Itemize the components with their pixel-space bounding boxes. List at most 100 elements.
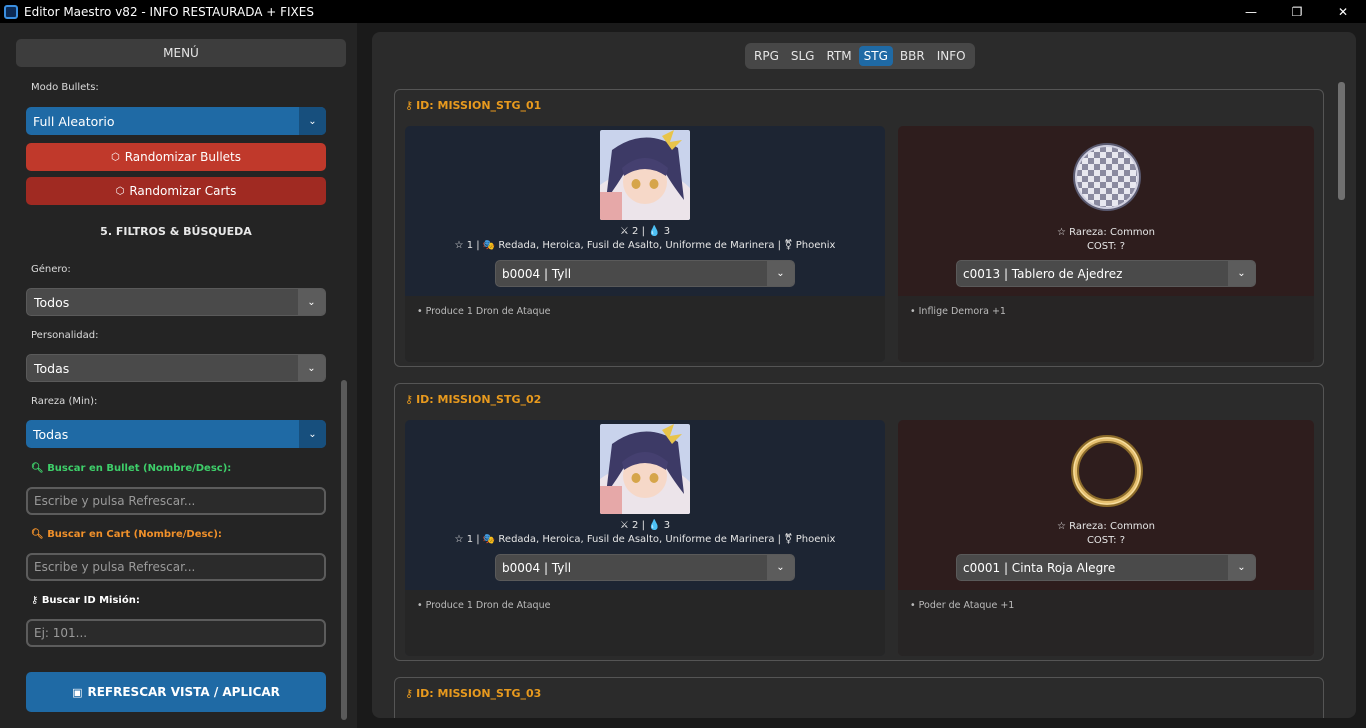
genero-label: Género: — [31, 264, 71, 275]
cart-desc-area: • Poder de Ataque +1 — [898, 590, 1314, 656]
tab-slg[interactable]: SLG — [786, 46, 820, 66]
chevron-down-icon: ⌄ — [298, 289, 325, 315]
dice-icon: ⬡ — [115, 185, 125, 197]
tab-rtm[interactable]: RTM — [821, 46, 856, 66]
bullet-select-value: b0004 | Tyll — [502, 560, 572, 575]
star-icon: ☆ — [1056, 227, 1066, 238]
tab-info[interactable]: INFO — [932, 46, 971, 66]
search-id-input[interactable]: Ej: 101... — [26, 619, 326, 647]
star-icon: ☆ — [1056, 521, 1066, 532]
personalidad-select[interactable]: Todas ⌄ — [26, 354, 326, 382]
bullet-stats1-text: 2 | 💧 3 — [632, 520, 671, 531]
bullet-select[interactable]: b0004 | Tyll ⌄ — [495, 260, 795, 287]
star-icon: ☆ — [454, 240, 464, 251]
main-scrollbar[interactable] — [1338, 82, 1345, 200]
main-panel: RPG SLG RTM STG BBR INFO ⚷ ID: MISSION_S… — [372, 32, 1356, 718]
rareza-value: Todas — [33, 426, 69, 442]
chevron-down-icon: ⌄ — [299, 107, 326, 135]
cart-select[interactable]: c0001 | Cinta Roja Alegre ⌄ — [956, 554, 1256, 581]
search-bullet-input[interactable]: Escribe y pulsa Refrescar... — [26, 487, 326, 515]
bullet-card: ⚔ 2 | 💧 3 ☆ 1 | 🎭 Redada, Heroica, Fusil… — [405, 126, 885, 362]
filters-section-title: 5. FILTROS & BÚSQUEDA — [100, 225, 252, 238]
search-cart-label-text: Buscar en Cart (Nombre/Desc): — [47, 529, 222, 540]
crossed-swords-icon: ⚔ — [619, 520, 629, 531]
key-icon: ⚷ — [405, 687, 414, 700]
randomize-bullets-button[interactable]: ⬡ Randomizar Bullets — [26, 143, 326, 171]
search-id-label: ⚷ Buscar ID Misión: — [31, 595, 140, 606]
chevron-down-icon: ⌄ — [767, 555, 794, 580]
cart-rarity: ☆ Rareza: Common — [898, 227, 1314, 238]
bullet-select[interactable]: b0004 | Tyll ⌄ — [495, 554, 795, 581]
menu-title: MENÚ — [16, 39, 346, 67]
chevron-down-icon: ⌄ — [299, 420, 326, 448]
mission-id: ⚷ ID: MISSION_STG_01 — [405, 99, 541, 112]
maximize-button[interactable]: ❐ — [1274, 0, 1320, 23]
randomize-carts-label: Randomizar Carts — [129, 184, 237, 198]
cart-rarity: ☆ Rareza: Common — [898, 521, 1314, 532]
bullet-stats2-text: 1 | 🎭 Redada, Heroica, Fusil de Asalto, … — [466, 534, 836, 545]
minimize-button[interactable]: — — [1228, 0, 1274, 23]
chevron-down-icon: ⌄ — [298, 355, 325, 381]
camera-icon: ▣ — [72, 685, 83, 699]
tab-stg[interactable]: STG — [858, 46, 893, 66]
bullet-stats2-text: 1 | 🎭 Redada, Heroica, Fusil de Asalto, … — [466, 240, 836, 251]
search-cart-label: 🔍︎ Buscar en Cart (Nombre/Desc): — [31, 529, 222, 540]
search-icon: 🔍︎ — [31, 529, 44, 540]
genero-value: Todos — [34, 294, 70, 310]
window-title: Editor Maestro v82 - INFO RESTAURADA + F… — [24, 4, 314, 19]
key-icon: ⚷ — [405, 393, 414, 406]
tab-rpg[interactable]: RPG — [749, 46, 784, 66]
mission-id-text: ID: MISSION_STG_03 — [416, 687, 542, 700]
refresh-button[interactable]: ▣ REFRESCAR VISTA / APLICAR — [26, 672, 326, 712]
crossed-swords-icon: ⚔ — [619, 226, 629, 237]
genero-select[interactable]: Todos ⌄ — [26, 288, 326, 316]
cart-rarity-text: Rareza: Common — [1069, 521, 1156, 532]
cart-image — [1073, 143, 1141, 211]
bullet-desc: • Produce 1 Dron de Ataque — [417, 306, 551, 317]
cart-cost: COST: ? — [1086, 535, 1126, 546]
mode-tabs: RPG SLG RTM STG BBR INFO — [745, 43, 975, 69]
bullet-stats-line2: ☆ 1 | 🎭 Redada, Heroica, Fusil de Asalto… — [405, 534, 885, 545]
cart-card: ☆ Rareza: Common COST: ? c0013 | Tablero… — [898, 126, 1314, 362]
rareza-label: Rareza (Min): — [31, 396, 98, 407]
randomize-bullets-label: Randomizar Bullets — [124, 150, 241, 164]
personalidad-value: Todas — [34, 360, 70, 376]
sidebar: MENÚ Modo Bullets: Full Aleatorio ⌄ ⬡ Ra… — [0, 23, 357, 728]
cart-select-value: c0013 | Tablero de Ajedrez — [963, 266, 1123, 281]
cart-select-value: c0001 | Cinta Roja Alegre — [963, 560, 1116, 575]
cart-rarity-text: Rareza: Common — [1069, 227, 1156, 238]
character-portrait — [600, 130, 690, 220]
search-bullet-label: 🔍︎ Buscar en Bullet (Nombre/Desc): — [31, 463, 231, 474]
tab-bbr[interactable]: BBR — [895, 46, 930, 66]
bullet-stats1-text: 2 | 💧 3 — [632, 226, 671, 237]
cart-desc: • Poder de Ataque +1 — [910, 600, 1015, 611]
chevron-down-icon: ⌄ — [767, 261, 794, 286]
cart-card: ☆ Rareza: Common COST: ? c0001 | Cinta R… — [898, 420, 1314, 656]
chevron-down-icon: ⌄ — [1228, 555, 1255, 580]
modo-bullets-value: Full Aleatorio — [33, 113, 115, 129]
modo-bullets-label: Modo Bullets: — [31, 82, 99, 93]
mission-id-text: ID: MISSION_STG_02 — [416, 393, 542, 406]
cart-select[interactable]: c0013 | Tablero de Ajedrez ⌄ — [956, 260, 1256, 287]
key-icon: ⚷ — [405, 99, 414, 112]
bullet-stats-line1: ⚔ 2 | 💧 3 — [405, 226, 885, 237]
search-id-label-text: Buscar ID Misión: — [41, 595, 140, 606]
ring-image — [1071, 435, 1143, 507]
chevron-down-icon: ⌄ — [1228, 261, 1255, 286]
close-button[interactable]: ✕ — [1320, 0, 1366, 23]
search-bullet-label-text: Buscar en Bullet (Nombre/Desc): — [47, 463, 232, 474]
bullet-card: ⚔ 2 | 💧 3 ☆ 1 | 🎭 Redada, Heroica, Fusil… — [405, 420, 885, 656]
search-icon: 🔍︎ — [31, 463, 44, 474]
app-icon — [4, 4, 18, 19]
rareza-select[interactable]: Todas ⌄ — [26, 420, 326, 448]
cart-desc: • Inflige Demora +1 — [910, 306, 1006, 317]
search-cart-input[interactable]: Escribe y pulsa Refrescar... — [26, 553, 326, 581]
modo-bullets-select[interactable]: Full Aleatorio ⌄ — [26, 107, 326, 135]
bullet-desc-area: • Produce 1 Dron de Ataque — [405, 590, 885, 656]
bullet-desc-area: • Produce 1 Dron de Ataque — [405, 296, 885, 362]
mission-id: ⚷ ID: MISSION_STG_02 — [405, 393, 541, 406]
sidebar-scrollbar[interactable] — [341, 380, 347, 720]
randomize-carts-button[interactable]: ⬡ Randomizar Carts — [26, 177, 326, 205]
mission-id-text: ID: MISSION_STG_01 — [416, 99, 542, 112]
bullet-select-value: b0004 | Tyll — [502, 266, 572, 281]
